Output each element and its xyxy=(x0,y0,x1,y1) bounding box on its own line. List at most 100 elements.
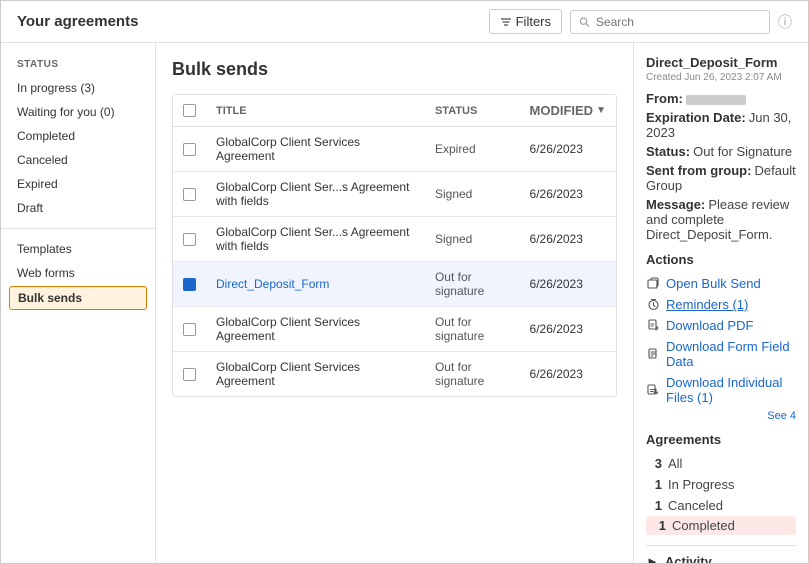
action-download-form-field[interactable]: Download Form Field Data xyxy=(646,336,796,372)
sidebar-item-bulk-sends[interactable]: Bulk sends xyxy=(9,286,147,310)
row-checkbox-5[interactable] xyxy=(183,368,196,381)
table-container: TITLE STATUS MODIFIED ▼ GlobalCorp Clien… xyxy=(172,94,617,397)
agreements-title: Agreements xyxy=(646,432,796,447)
sidebar-item-draft[interactable]: Draft xyxy=(1,196,155,220)
agreements-all-count: 3 xyxy=(646,456,662,471)
row-status-4: Out for signature xyxy=(425,307,520,352)
agreements-completed-row: 1 Completed xyxy=(646,516,796,535)
row-status-5: Out for signature xyxy=(425,352,520,397)
sidebar-item-completed[interactable]: Completed xyxy=(1,124,155,148)
activity-label: Activity xyxy=(665,554,712,563)
action-open-bulk-send[interactable]: Open Bulk Send xyxy=(646,273,796,294)
action-label-download-individual: Download Individual Files (1) xyxy=(666,375,796,405)
agreements-canceled-label: Canceled xyxy=(668,498,723,513)
row-status-1: Signed xyxy=(425,172,520,217)
sidebar-item-expired[interactable]: Expired xyxy=(1,172,155,196)
action-download-individual[interactable]: Download Individual Files (1) xyxy=(646,372,796,408)
title-col-header: TITLE xyxy=(206,95,425,127)
agreements-inprogress-count: 1 xyxy=(646,477,662,492)
row-checkbox-2[interactable] xyxy=(183,233,196,246)
agreements-completed-label: Completed xyxy=(672,518,735,533)
info-icon[interactable]: ⓘ xyxy=(778,12,792,32)
row-checkbox-1[interactable] xyxy=(183,188,196,201)
agreements-table: TITLE STATUS MODIFIED ▼ GlobalCorp Clien… xyxy=(173,95,616,396)
filter-label: Filters xyxy=(516,14,551,29)
app-container: Your agreements Filters ⓘ xyxy=(0,0,809,564)
table-row[interactable]: GlobalCorp Client Ser...s Agreement with… xyxy=(173,172,616,217)
modified-col-header[interactable]: MODIFIED ▼ xyxy=(520,95,616,127)
rp-subtitle: Created Jun 26, 2023 2:07 AM xyxy=(646,72,796,83)
search-box xyxy=(570,10,770,34)
row-modified-3: 6/26/2023 xyxy=(520,262,616,307)
download-individual-icon xyxy=(646,383,660,397)
filter-icon xyxy=(500,16,512,28)
row-checkbox-0[interactable] xyxy=(183,143,196,156)
rp-actions-title: Actions xyxy=(646,252,796,267)
clock-icon xyxy=(646,298,660,312)
sidebar: STATUS In progress (3) Waiting for you (… xyxy=(1,43,156,563)
chevron-right-icon: ► xyxy=(646,554,659,563)
app-title: Your agreements xyxy=(17,13,138,30)
right-panel: Direct_Deposit_Form Created Jun 26, 2023… xyxy=(633,43,808,563)
status-col-header: STATUS xyxy=(425,95,520,127)
row-modified-1: 6/26/2023 xyxy=(520,172,616,217)
sidebar-item-web-forms[interactable]: Web forms xyxy=(1,261,155,285)
action-download-pdf[interactable]: Download PDF xyxy=(646,315,796,336)
panel-title: Bulk sends xyxy=(172,59,617,80)
row-checkbox-4[interactable] xyxy=(183,323,196,336)
table-header-row: TITLE STATUS MODIFIED ▼ xyxy=(173,95,616,127)
filter-button[interactable]: Filters xyxy=(489,9,562,34)
agreements-inprogress-label: In Progress xyxy=(668,477,734,492)
table-row[interactable]: GlobalCorp Client Services Agreement Out… xyxy=(173,352,616,397)
row-status-2: Signed xyxy=(425,217,520,262)
row-title-0: GlobalCorp Client Services Agreement xyxy=(206,127,425,172)
row-title-5: GlobalCorp Client Services Agreement xyxy=(206,352,425,397)
table-row[interactable]: GlobalCorp Client Services Agreement Out… xyxy=(173,307,616,352)
sidebar-item-waiting[interactable]: Waiting for you (0) xyxy=(1,100,155,124)
row-title-4: GlobalCorp Client Services Agreement xyxy=(206,307,425,352)
top-bar-actions: Filters ⓘ xyxy=(489,9,792,34)
rp-message: Message: Please review and complete Dire… xyxy=(646,197,796,242)
row-modified-2: 6/26/2023 xyxy=(520,217,616,262)
search-input[interactable] xyxy=(596,15,761,29)
check-col-header xyxy=(173,95,206,127)
activity-toggle[interactable]: ► Activity xyxy=(646,545,796,563)
table-row[interactable]: GlobalCorp Client Ser...s Agreement with… xyxy=(173,217,616,262)
search-icon xyxy=(579,16,590,28)
sidebar-item-in-progress[interactable]: In progress (3) xyxy=(1,76,155,100)
action-label-download-form: Download Form Field Data xyxy=(666,339,796,369)
action-label-open: Open Bulk Send xyxy=(666,276,761,291)
row-checkbox-3[interactable] xyxy=(183,278,196,291)
row-title-2: GlobalCorp Client Ser...s Agreement with… xyxy=(206,217,425,262)
sidebar-item-canceled[interactable]: Canceled xyxy=(1,148,155,172)
row-modified-5: 6/26/2023 xyxy=(520,352,616,397)
sidebar-divider xyxy=(1,228,155,229)
table-row[interactable]: GlobalCorp Client Services Agreement Exp… xyxy=(173,127,616,172)
download-pdf-icon xyxy=(646,319,660,333)
row-title-3: Direct_Deposit_Form xyxy=(206,262,425,307)
rp-title: Direct_Deposit_Form xyxy=(646,55,796,70)
rp-status: Status: Out for Signature xyxy=(646,144,796,159)
table-row[interactable]: Direct_Deposit_Form Out for signature 6/… xyxy=(173,262,616,307)
agreements-canceled-row: 1 Canceled xyxy=(646,495,796,516)
action-label-reminders: Reminders (1) xyxy=(666,297,748,312)
rp-expiration: Expiration Date: Jun 30, 2023 xyxy=(646,110,796,140)
sort-icon: ▼ xyxy=(596,105,606,116)
row-modified-0: 6/26/2023 xyxy=(520,127,616,172)
agreements-inprogress-row: 1 In Progress xyxy=(646,474,796,495)
row-modified-4: 6/26/2023 xyxy=(520,307,616,352)
action-label-download-pdf: Download PDF xyxy=(666,318,753,333)
sidebar-status-label: STATUS xyxy=(1,55,155,76)
row-title-1: GlobalCorp Client Ser...s Agreement with… xyxy=(206,172,425,217)
rp-from-bar xyxy=(686,95,746,105)
rp-sent-from: Sent from group: Default Group xyxy=(646,163,796,193)
row-status-3: Out for signature xyxy=(425,262,520,307)
agreements-all-row: 3 All xyxy=(646,453,796,474)
sidebar-item-templates[interactable]: Templates xyxy=(1,237,155,261)
agreements-canceled-count: 1 xyxy=(646,498,662,513)
select-all-checkbox[interactable] xyxy=(183,104,196,117)
open-icon xyxy=(646,277,660,291)
agreements-completed-count: 1 xyxy=(650,518,666,533)
see-all-link[interactable]: See 4 xyxy=(646,410,796,422)
action-reminders[interactable]: Reminders (1) xyxy=(646,294,796,315)
